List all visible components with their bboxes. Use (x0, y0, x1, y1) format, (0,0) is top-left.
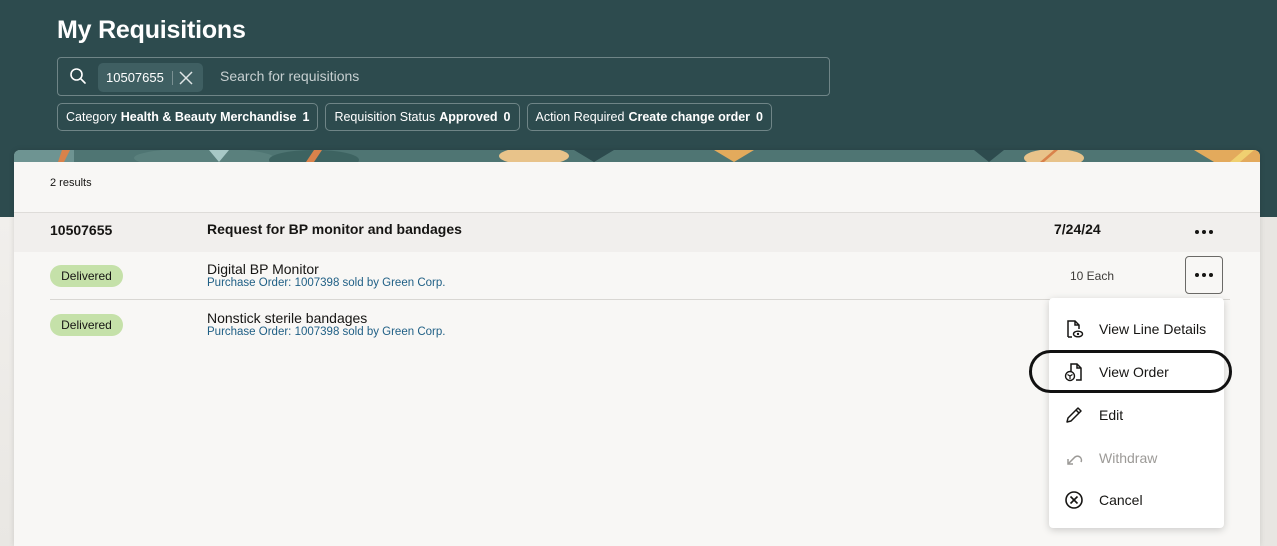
page-background-strip (1260, 217, 1277, 546)
menu-item-view-order[interactable]: View Order (1049, 352, 1224, 392)
menu-item-view-line-details[interactable]: View Line Details (1049, 309, 1224, 349)
actions-menu: View Line Details View Order Edit Withdr… (1049, 298, 1224, 528)
search-placeholder[interactable]: Search for requisitions (220, 68, 359, 84)
pencil-icon (1064, 405, 1084, 425)
menu-item-label: Cancel (1099, 492, 1143, 508)
purchase-order-link[interactable]: Purchase Order: 1007398 sold by Green Co… (207, 326, 445, 338)
decorative-banner (14, 150, 1260, 162)
filter-value: Create change order (628, 110, 751, 124)
more-icon-dot (1209, 230, 1213, 234)
search-chip-value: 10507655 (106, 70, 164, 85)
line-item-name: Digital BP Monitor (207, 261, 319, 277)
requisition-title[interactable]: Request for BP monitor and bandages (207, 221, 462, 237)
line-item-quantity: 10 Each (1070, 269, 1115, 283)
more-icon-dot (1209, 273, 1213, 277)
menu-item-cancel[interactable]: Cancel (1049, 480, 1224, 520)
more-icon-dot (1202, 230, 1206, 234)
filter-value: Approved (439, 110, 498, 124)
search-input[interactable]: 10507655 Search for requisitions (57, 57, 830, 96)
status-badge: Delivered (50, 314, 123, 336)
more-icon-dot (1202, 273, 1206, 277)
filter-count: 1 (302, 110, 310, 124)
menu-item-label: Edit (1099, 407, 1124, 423)
page-title: My Requisitions (57, 16, 246, 44)
filter-value: Health & Beauty Merchandise (120, 110, 297, 124)
filter-label: Category (66, 110, 117, 124)
menu-item-edit[interactable]: Edit (1049, 395, 1224, 435)
filter-count: 0 (503, 110, 511, 124)
search-chip: 10507655 (98, 63, 203, 92)
menu-item-label: View Line Details (1099, 321, 1207, 337)
requisition-id[interactable]: 10507655 (50, 222, 112, 238)
filter-label: Action Required (535, 110, 625, 124)
filter-count: 0 (756, 110, 763, 124)
menu-item-label: View Order (1099, 364, 1169, 380)
results-count: 2 results (50, 177, 92, 189)
requisition-more-actions-button[interactable] (1185, 213, 1223, 251)
filter-chips: Category Health & Beauty Merchandise 1 R… (57, 103, 772, 131)
document-eye-icon (1064, 319, 1084, 339)
menu-item-withdraw[interactable]: Withdraw (1049, 438, 1224, 478)
status-badge: Delivered (50, 265, 123, 287)
more-icon-dot (1195, 230, 1199, 234)
search-icon (70, 68, 86, 84)
filter-chip-category[interactable]: Category Health & Beauty Merchandise 1 (57, 103, 319, 131)
purchase-order-link[interactable]: Purchase Order: 1007398 sold by Green Co… (207, 277, 445, 289)
more-icon-dot (1195, 273, 1199, 277)
filter-label: Requisition Status (334, 110, 436, 124)
filter-chip-action-required[interactable]: Action Required Create change order 0 (526, 103, 772, 131)
requisition-date: 7/24/24 (1054, 221, 1101, 237)
line-more-actions-button[interactable] (1185, 256, 1223, 294)
menu-item-label: Withdraw (1099, 450, 1158, 466)
document-box-icon (1064, 362, 1084, 382)
chip-separator (171, 70, 173, 85)
close-icon[interactable] (179, 70, 193, 85)
circle-x-icon (1064, 490, 1084, 510)
undo-arrow-icon (1064, 448, 1084, 468)
line-item-name: Nonstick sterile bandages (207, 310, 368, 326)
filter-chip-requisition-status[interactable]: Requisition Status Approved 0 (325, 103, 520, 131)
